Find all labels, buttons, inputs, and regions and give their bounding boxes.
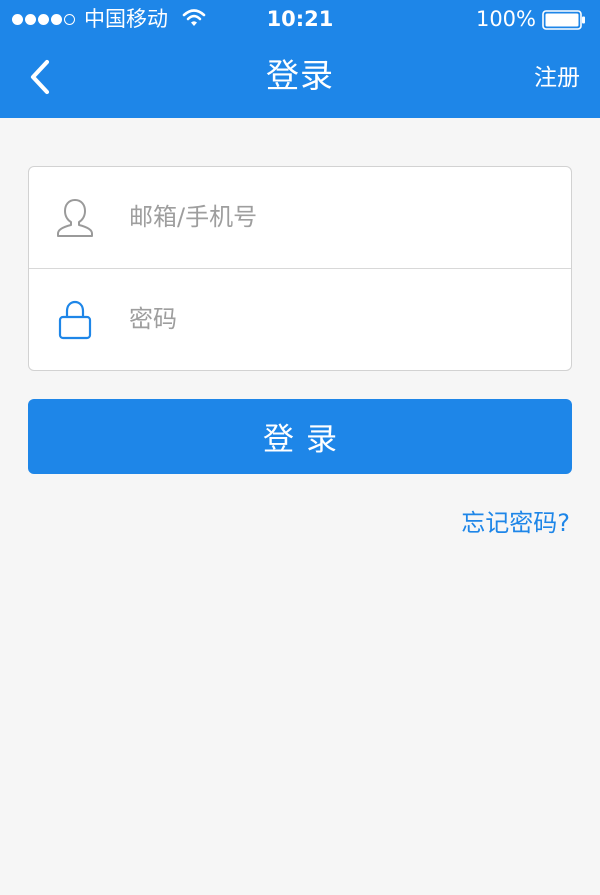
battery-icon bbox=[542, 10, 586, 35]
lock-icon bbox=[58, 300, 92, 340]
battery-percent: 100% bbox=[475, 7, 536, 31]
status-bar: 中国移动 10:21 100% bbox=[0, 0, 600, 38]
navigation-bar: 登录 注册 bbox=[0, 38, 600, 118]
user-icon bbox=[57, 199, 93, 237]
app-header: 中国移动 10:21 100% 登录 注册 bbox=[0, 0, 600, 118]
account-input[interactable] bbox=[129, 191, 549, 243]
forgot-password-link[interactable]: 忘记密码? bbox=[461, 506, 570, 540]
password-field-row bbox=[29, 269, 571, 370]
login-button[interactable]: 登录 bbox=[28, 399, 572, 474]
account-field-row bbox=[29, 167, 571, 269]
page-title: 登录 bbox=[266, 56, 334, 95]
password-input[interactable] bbox=[129, 293, 549, 345]
login-form bbox=[28, 166, 572, 371]
register-button[interactable]: 注册 bbox=[534, 62, 580, 94]
